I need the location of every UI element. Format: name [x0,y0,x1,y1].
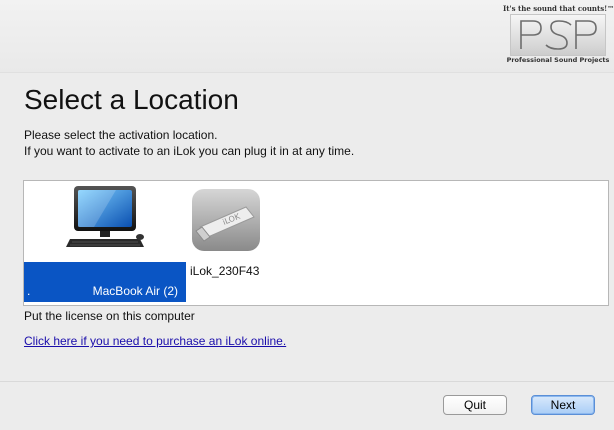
purchase-ilok-link[interactable]: Click here if you need to purchase an iL… [24,334,286,348]
selection-highlight: . MacBook Air (2) [24,262,186,302]
location-item-ilok[interactable]: iLOK iLok_230F43 [187,181,297,305]
location-item-macbook[interactable]: . MacBook Air (2) [24,181,186,305]
logo-subtitle: Professional Sound Projects [506,56,610,64]
location-label-ilok: iLok_230F43 [190,264,260,278]
status-text: Put the license on this computer [24,309,195,323]
ilok-usb-key-icon: iLOK [192,189,260,251]
next-button[interactable]: Next [531,395,595,415]
logo-tagline: It's the sound that counts!™ [503,4,614,13]
psp-logo-mark [510,14,606,56]
quit-button[interactable]: Quit [443,395,507,415]
header-band: It's the sound that counts!™ Professiona… [0,0,614,73]
instruction-line-1: Please select the activation location. [24,128,218,142]
page-title: Select a Location [24,84,239,115]
computer-icon [66,186,144,247]
footer-divider [0,381,614,382]
psp-logo: It's the sound that counts!™ Professiona… [503,4,614,68]
location-label-macbook: MacBook Air (2) [92,284,178,298]
location-list: . MacBook Air (2) iLOK iLok_230F43 [23,180,609,306]
instruction-line-2: If you want to activate to an iLok you c… [24,144,355,158]
location-prefix: . [27,284,31,298]
